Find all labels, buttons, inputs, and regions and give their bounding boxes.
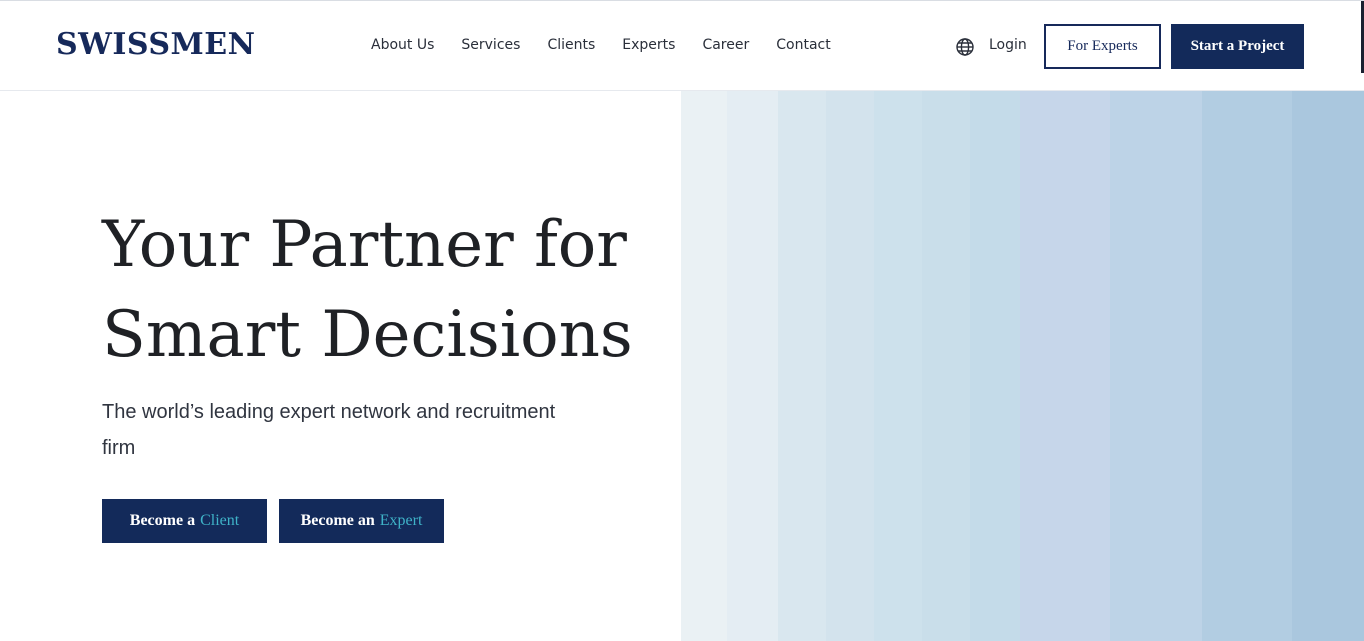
nav-item-services[interactable]: Services [461, 37, 520, 53]
stripe [1110, 91, 1202, 641]
start-project-button[interactable]: Start a Project [1171, 24, 1304, 69]
stripe [778, 91, 826, 641]
main-nav: About Us Services Clients Experts Career… [371, 37, 858, 53]
for-experts-button[interactable]: For Experts [1044, 24, 1161, 69]
become-client-button[interactable]: Become a Client [102, 499, 267, 543]
page: SWISSMEN About Us Services Clients Exper… [0, 0, 1364, 641]
hero-buttons: Become a Client Become an Expert [102, 499, 444, 543]
login-link[interactable]: Login [989, 37, 1027, 53]
stripe [1202, 91, 1292, 641]
become-client-prefix: Become a [129, 512, 196, 529]
hero-title: Your Partner for Smart Decisions [102, 200, 662, 380]
nav-item-clients[interactable]: Clients [547, 37, 595, 53]
hero-title-line-1: Your Partner for [102, 208, 627, 282]
site-header: SWISSMEN About Us Services Clients Exper… [0, 0, 1364, 91]
become-expert-button[interactable]: Become an Expert [279, 499, 444, 543]
stripe [681, 91, 727, 641]
stripe [826, 91, 874, 641]
nav-item-contact[interactable]: Contact [776, 37, 830, 53]
become-expert-prefix: Become an [300, 512, 375, 529]
nav-item-experts[interactable]: Experts [622, 37, 675, 53]
hero-image-panel [681, 91, 1364, 641]
become-expert-accent: Expert [379, 512, 423, 529]
globe-icon[interactable] [955, 37, 975, 57]
nav-item-career[interactable]: Career [702, 37, 749, 53]
stripe [922, 91, 970, 641]
become-client-accent: Client [200, 512, 240, 529]
stripe [1020, 91, 1110, 641]
hero-subtitle: The world’s leading expert network and r… [102, 401, 556, 459]
logo[interactable]: SWISSMEN [56, 27, 256, 62]
stripe [874, 91, 922, 641]
stripe [970, 91, 1020, 641]
hero-section: Your Partner for Smart Decisions The wor… [102, 200, 662, 466]
nav-item-about-us[interactable]: About Us [371, 37, 434, 53]
hero-title-line-2: Smart Decisions [102, 298, 633, 372]
stripe [727, 91, 778, 641]
stripe [1292, 91, 1364, 641]
